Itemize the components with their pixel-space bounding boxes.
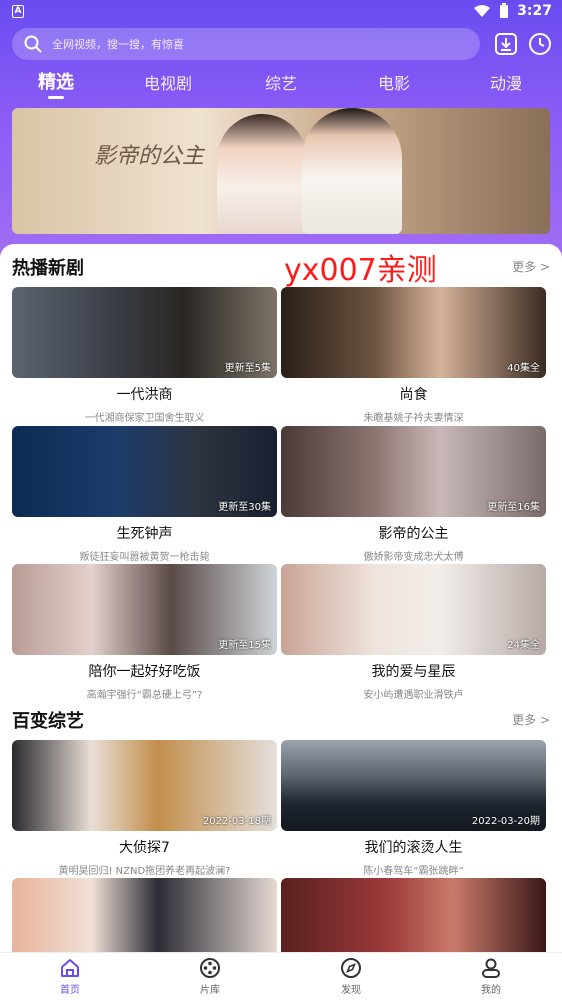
nav-home-label: 首页 [60, 985, 80, 996]
video-thumbnail: 更新至30集 [12, 426, 277, 517]
search-bar[interactable] [12, 28, 480, 60]
video-thumbnail: 更新至16集 [281, 426, 546, 517]
banner-image-actor [302, 108, 402, 234]
video-subtitle: 叛徒狂妄叫嚣被黄贺一枪击毙 [79, 552, 210, 563]
video-title: 影帝的公主 [378, 526, 449, 542]
video-thumbnail: 更新至15集 [12, 564, 277, 655]
tab-movies[interactable]: 电影 [354, 70, 434, 94]
video-title: 一代洪商 [116, 387, 173, 403]
more-link-hot-series[interactable]: 更多 > [512, 258, 550, 275]
wifi-icon [474, 5, 491, 17]
episode-badge: 更新至15集 [218, 640, 271, 651]
history-clock-icon[interactable] [528, 32, 552, 56]
search-icon [24, 35, 42, 53]
episode-badge: 更新至30集 [218, 502, 271, 513]
bottom-navigation: 首页 片库 发现 我的 [0, 952, 562, 1000]
video-card[interactable]: 2022-03-18期 大侦探7 黄明昊回归! NZND拖团养老再起波澜? [12, 740, 277, 877]
video-card[interactable] [281, 878, 546, 952]
featured-banner[interactable]: 影帝的公主 [12, 108, 550, 234]
watermark-text: yx007亲测 [284, 253, 437, 288]
video-title: 尚食 [399, 387, 428, 403]
video-card[interactable]: 更新至30集 生死钟声 叛徒狂妄叫嚣被黄贺一枪击毙 [12, 426, 277, 563]
video-thumbnail [12, 878, 277, 952]
nav-profile-label: 我的 [481, 985, 501, 996]
episode-badge: 更新至16集 [487, 502, 540, 513]
nav-library[interactable]: 片库 [170, 957, 250, 996]
episode-badge: 2022-03-20期 [471, 816, 540, 827]
episode-badge: 24集全 [507, 640, 540, 651]
video-subtitle: 陈小春驾车“霸张跳畔” [363, 866, 464, 877]
app-indicator-icon: A [12, 5, 24, 18]
video-title: 大侦探7 [119, 840, 170, 856]
video-thumbnail: 2022-03-20期 [281, 740, 546, 831]
more-link-variety[interactable]: 更多 > [512, 711, 550, 728]
video-card[interactable]: 40集全 尚食 朱瞻基姚子衿夫妻情深 [281, 287, 546, 424]
video-title: 陪你一起好好吃饭 [88, 664, 201, 680]
tab-anime[interactable]: 动漫 [466, 70, 546, 94]
video-thumbnail: 40集全 [281, 287, 546, 378]
video-subtitle: 朱瞻基姚子衿夫妻情深 [363, 413, 464, 424]
video-subtitle: 傲娇影帝变成忠犬太傅 [363, 552, 464, 563]
video-title: 我们的滚烫人生 [364, 840, 463, 856]
video-title: 生死钟声 [116, 526, 173, 542]
video-thumbnail [281, 878, 546, 952]
compass-icon [341, 958, 361, 978]
tab-variety[interactable]: 综艺 [241, 70, 321, 94]
video-subtitle: 安小屿遭遇职业滑铁卢 [363, 690, 464, 701]
video-card[interactable]: 更新至15集 陪你一起好好吃饭 高瀚宇强行“霸总硬上弓”? [12, 564, 277, 701]
home-icon [61, 959, 79, 977]
video-card[interactable]: 24集全 我的爱与星辰 安小屿遭遇职业滑铁卢 [281, 564, 546, 701]
episode-badge: 更新至5集 [224, 363, 271, 374]
video-subtitle: 一代湘商保家卫国舍生取义 [84, 413, 205, 424]
section-title-hot-series: 热播新剧 [12, 258, 84, 279]
status-time: 3:27 [517, 3, 552, 19]
video-subtitle: 高瀚宇强行“霸总硬上弓”? [86, 690, 203, 701]
nav-discover[interactable]: 发现 [311, 957, 391, 996]
nav-profile[interactable]: 我的 [451, 957, 531, 996]
film-reel-icon [200, 958, 220, 978]
video-card[interactable]: 更新至16集 影帝的公主 傲娇影帝变成忠犬太傅 [281, 426, 546, 563]
active-tab-indicator [48, 96, 64, 99]
tab-tv-series[interactable]: 电视剧 [128, 70, 208, 94]
search-input[interactable] [52, 37, 452, 51]
nav-home[interactable]: 首页 [30, 957, 110, 996]
section-title-variety: 百变综艺 [12, 711, 84, 732]
video-thumbnail: 24集全 [281, 564, 546, 655]
video-thumbnail: 2022-03-18期 [12, 740, 277, 831]
episode-badge: 40集全 [507, 363, 540, 374]
category-tabs: 精选 电视剧 综艺 电影 动漫 [0, 66, 562, 106]
banner-caption: 影帝的公主 [94, 144, 205, 169]
tab-featured[interactable]: 精选 [16, 68, 96, 94]
banner-image-actress [217, 114, 307, 234]
episode-badge: 2022-03-18期 [202, 816, 271, 827]
battery-icon [500, 3, 509, 18]
download-icon[interactable] [494, 32, 518, 56]
status-bar: A 3:27 [0, 0, 562, 24]
nav-library-label: 片库 [200, 985, 220, 996]
video-card[interactable]: 2022-03-20期 我们的滚烫人生 陈小春驾车“霸张跳畔” [281, 740, 546, 877]
video-subtitle: 黄明昊回归! NZND拖团养老再起波澜? [58, 866, 231, 877]
video-card[interactable] [12, 878, 277, 952]
nav-discover-label: 发现 [341, 985, 361, 996]
video-title: 我的爱与星辰 [371, 664, 456, 680]
user-icon [482, 958, 500, 978]
video-card[interactable]: 更新至5集 一代洪商 一代湘商保家卫国舍生取义 [12, 287, 277, 424]
video-thumbnail: 更新至5集 [12, 287, 277, 378]
